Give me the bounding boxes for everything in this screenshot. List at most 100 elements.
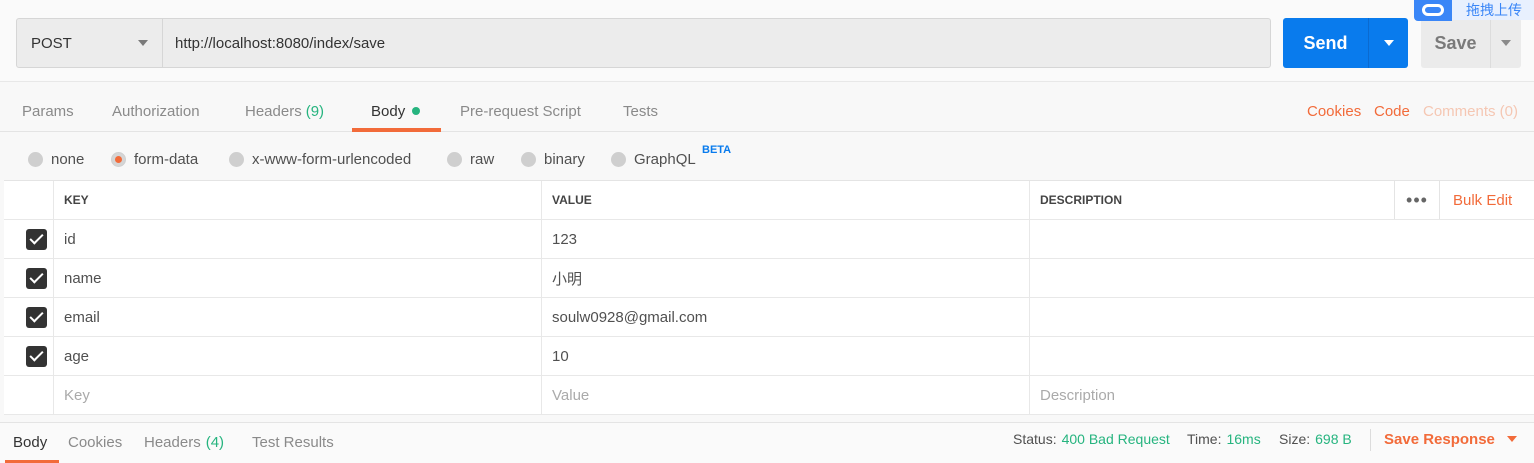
radio-icon bbox=[229, 151, 244, 167]
value-cell[interactable]: soulw0928@gmail.com bbox=[541, 298, 1029, 336]
tab-label: Headers bbox=[144, 433, 201, 451]
divider bbox=[1370, 429, 1371, 451]
radio-label: form-data bbox=[134, 150, 199, 168]
method-url-group: POST http://localhost:8080/index/save bbox=[16, 18, 1271, 68]
description-cell[interactable] bbox=[1029, 220, 1534, 258]
table-row: email soulw0928@gmail.com bbox=[4, 298, 1534, 337]
body-type-selector: none form-data x-www-form-urlencoded raw… bbox=[0, 144, 1534, 174]
headers-count: (9) bbox=[305, 102, 325, 120]
radio-label: raw bbox=[470, 150, 495, 168]
tab-body[interactable]: Body bbox=[371, 90, 421, 132]
table-row: age 10 bbox=[4, 337, 1534, 376]
size-value[interactable]: 698 B bbox=[1315, 431, 1352, 447]
description-cell[interactable] bbox=[1029, 298, 1534, 336]
more-options-icon[interactable]: ••• bbox=[1394, 181, 1440, 219]
checkbox-checked-icon[interactable] bbox=[26, 268, 47, 289]
key-input[interactable]: Key bbox=[53, 376, 541, 414]
status-value[interactable]: 400 Bad Request bbox=[1062, 431, 1170, 447]
chevron-down-icon bbox=[1383, 40, 1394, 46]
bulk-edit-link[interactable]: Bulk Edit bbox=[1453, 181, 1512, 219]
response-headers-count: (4) bbox=[205, 433, 225, 451]
send-button-group: Send bbox=[1283, 18, 1408, 68]
time-label: Time: bbox=[1187, 431, 1222, 447]
form-data-table: KEY VALUE DESCRIPTION ••• Bulk Edit id 1… bbox=[4, 180, 1534, 415]
radio-raw[interactable]: raw bbox=[447, 144, 494, 174]
radio-binary[interactable]: binary bbox=[521, 144, 585, 174]
tab-tests[interactable]: Tests bbox=[623, 90, 658, 132]
radio-icon bbox=[611, 151, 626, 167]
value-cell[interactable]: 123 bbox=[541, 220, 1029, 258]
radio-icon bbox=[447, 151, 462, 167]
radio-form-data[interactable]: form-data bbox=[111, 144, 198, 174]
active-tab-indicator bbox=[352, 128, 441, 132]
radio-graphql[interactable]: GraphQL bbox=[611, 144, 696, 174]
key-cell[interactable]: id bbox=[53, 220, 541, 258]
code-link[interactable]: Code bbox=[1374, 90, 1410, 132]
response-tab-test-results[interactable]: Test Results bbox=[252, 423, 334, 461]
table-header: KEY VALUE DESCRIPTION ••• Bulk Edit bbox=[4, 181, 1534, 220]
send-options-button[interactable] bbox=[1369, 18, 1408, 68]
save-response-label: Save Response bbox=[1384, 430, 1495, 448]
save-button[interactable]: Save bbox=[1421, 18, 1491, 68]
request-bar: POST http://localhost:8080/index/save Se… bbox=[0, 0, 1534, 82]
table-row: id 123 bbox=[4, 220, 1534, 259]
description-cell[interactable] bbox=[1029, 337, 1534, 375]
tab-headers[interactable]: Headers (9) bbox=[245, 90, 324, 132]
tab-label: Body bbox=[371, 102, 406, 120]
tab-label: Test Results bbox=[252, 433, 334, 451]
key-cell[interactable]: age bbox=[53, 337, 541, 375]
value-input[interactable]: Value bbox=[541, 376, 1029, 414]
checkbox-checked-icon[interactable] bbox=[26, 307, 47, 328]
value-cell[interactable]: 10 bbox=[541, 337, 1029, 375]
radio-x-www-form-urlencoded[interactable]: x-www-form-urlencoded bbox=[229, 144, 411, 174]
url-input[interactable]: http://localhost:8080/index/save bbox=[163, 19, 1270, 67]
method-select[interactable]: POST bbox=[17, 19, 163, 67]
save-options-button[interactable] bbox=[1491, 18, 1521, 68]
method-label: POST bbox=[31, 34, 72, 52]
header-key: KEY bbox=[53, 181, 541, 219]
response-tab-cookies[interactable]: Cookies bbox=[68, 423, 122, 461]
radio-label: x-www-form-urlencoded bbox=[252, 150, 412, 168]
upload-widget-text: 拖拽上传 bbox=[1466, 2, 1522, 18]
tab-label: Tests bbox=[623, 102, 659, 120]
radio-none[interactable]: none bbox=[28, 144, 84, 174]
header-value: VALUE bbox=[541, 181, 1029, 219]
key-cell[interactable]: name bbox=[53, 259, 541, 297]
cloud-icon bbox=[1414, 0, 1452, 21]
checkbox-checked-icon[interactable] bbox=[26, 229, 47, 250]
cookies-link[interactable]: Cookies bbox=[1307, 90, 1361, 132]
tab-authorization[interactable]: Authorization bbox=[112, 90, 200, 132]
tab-label: Pre-request Script bbox=[460, 102, 581, 120]
radio-label: none bbox=[51, 150, 85, 168]
status-label: Status: bbox=[1013, 431, 1057, 447]
description-cell[interactable] bbox=[1029, 259, 1534, 297]
comments-link[interactable]: Comments (0) bbox=[1423, 90, 1518, 132]
time-value[interactable]: 16ms bbox=[1226, 431, 1260, 447]
size-readout: Size: 698 B bbox=[1279, 423, 1352, 455]
key-cell[interactable]: email bbox=[53, 298, 541, 336]
time-readout: Time: 16ms bbox=[1187, 423, 1261, 455]
description-input[interactable]: Description bbox=[1029, 376, 1534, 414]
response-tab-headers[interactable]: Headers (4) bbox=[144, 423, 224, 461]
response-bar: Body Cookies Headers (4) Test Results Sta… bbox=[0, 422, 1534, 463]
save-response-button[interactable]: Save Response bbox=[1384, 423, 1517, 455]
tab-label: Body bbox=[13, 433, 48, 451]
chevron-down-icon bbox=[138, 40, 148, 46]
save-button-group: Save bbox=[1421, 18, 1521, 68]
value-cell[interactable]: 小明 bbox=[541, 259, 1029, 297]
status-readout: Status: 400 Bad Request bbox=[1013, 423, 1170, 455]
radio-label: binary bbox=[544, 150, 585, 168]
radio-label: GraphQL bbox=[634, 150, 696, 168]
tab-label: Headers bbox=[245, 102, 302, 120]
send-button[interactable]: Send bbox=[1283, 18, 1369, 68]
beta-badge: BETA bbox=[702, 144, 732, 156]
tab-pre-request-script[interactable]: Pre-request Script bbox=[460, 90, 581, 132]
tab-label: Cookies bbox=[68, 433, 123, 451]
tab-params[interactable]: Params bbox=[22, 90, 74, 132]
radio-icon bbox=[28, 151, 43, 167]
response-tab-body[interactable]: Body bbox=[13, 423, 47, 461]
radio-selected-icon bbox=[111, 151, 126, 167]
tab-label: Authorization bbox=[112, 102, 200, 120]
upload-widget[interactable]: 拖拽上传 bbox=[1414, 0, 1534, 21]
checkbox-checked-icon[interactable] bbox=[26, 346, 47, 367]
